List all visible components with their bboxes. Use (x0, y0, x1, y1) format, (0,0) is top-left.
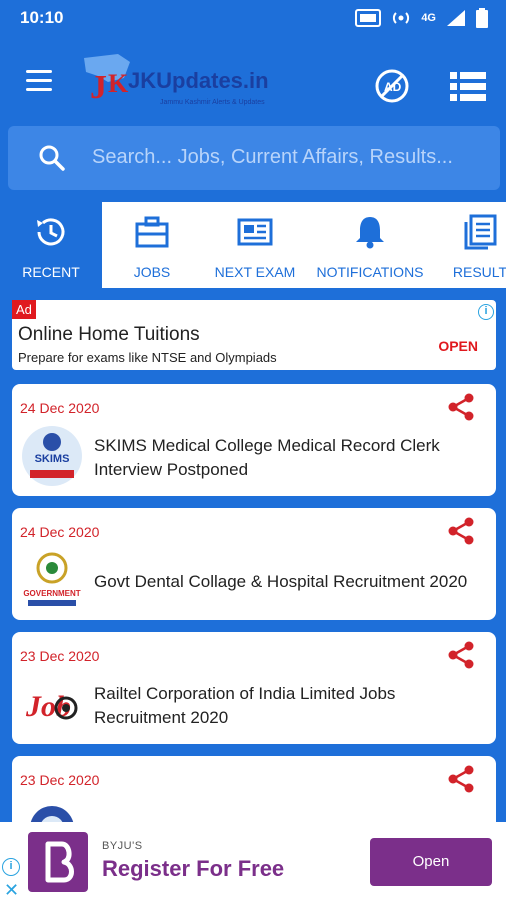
post-date: 23 Dec 2020 (20, 648, 100, 664)
ad-title: Online Home Tuitions (18, 324, 200, 345)
battery-icon (476, 8, 488, 28)
signal-icon (447, 10, 465, 26)
post-title: SKIMS Medical College Medical Record Cle… (94, 436, 440, 479)
share-icon[interactable] (446, 392, 476, 422)
network-type: 4G (421, 12, 436, 24)
post-date: 24 Dec 2020 (20, 524, 100, 540)
tab-label: RECENT (22, 264, 80, 280)
ad-title: Register For Free (102, 856, 285, 881)
post-list[interactable]: Ad i Online Home Tuitions Prepare for ex… (0, 296, 506, 822)
search-placeholder: Search... Jobs, Current Affairs, Results… (92, 146, 453, 168)
status-time: 10:10 (20, 8, 64, 27)
tab-jobs[interactable]: JOBS (102, 202, 202, 288)
post-card[interactable]: 24 Dec 2020 GOVERNMENT Govt Dental Colla… (12, 508, 496, 620)
briefcase-icon (135, 216, 169, 248)
ad-subtitle: Prepare for exams like NTSE and Olympiad… (18, 350, 277, 365)
ad-info-icon[interactable]: i (2, 858, 20, 876)
share-icon[interactable] (446, 764, 476, 794)
status-bar: 10:10 4G (0, 0, 506, 36)
history-icon (37, 218, 65, 246)
post-thumbnail: SKIMS (22, 426, 82, 486)
tab-result[interactable]: RESULT (440, 202, 506, 288)
app-bar: J K JKUpdates.in Jammu Kashmir Alerts & … (0, 36, 506, 128)
list-icon (450, 72, 486, 101)
share-icon[interactable] (446, 640, 476, 670)
post-title: Govt Dental Collage & Hospital Recruitme… (94, 572, 468, 591)
category-tabs: RECENT JOBS NEXT EXAM NOTIFICATIONS RESU… (0, 202, 506, 288)
search-input[interactable]: Search... Jobs, Current Affairs, Results… (8, 126, 500, 190)
tab-label: NOTIFICATIONS (316, 264, 424, 280)
top-ad-banner[interactable]: Ad i Online Home Tuitions Prepare for ex… (12, 300, 496, 370)
post-date: 24 Dec 2020 (20, 400, 100, 416)
svg-text:GOVERNMENT: GOVERNMENT (23, 589, 80, 598)
post-card[interactable]: 23 Dec 2020 Job Railtel Corporation of I… (12, 632, 496, 744)
ad-brand: BYJU'S (102, 840, 143, 852)
status-icons: 4G (355, 8, 488, 28)
post-thumbnail (30, 806, 74, 822)
list-view-button[interactable] (448, 70, 488, 104)
svg-text:Jammu Kashmir Alerts & Updates: Jammu Kashmir Alerts & Updates (160, 99, 265, 106)
ad-badge: Ad (12, 300, 36, 319)
post-thumbnail: Job (25, 690, 78, 723)
svg-text:K: K (108, 69, 129, 98)
documents-icon (464, 214, 497, 250)
tab-next-exam[interactable]: NEXT EXAM (202, 202, 308, 288)
ad-info-icon[interactable]: i (478, 304, 494, 320)
search-icon (39, 145, 65, 171)
tab-notifications[interactable]: NOTIFICATIONS (308, 202, 432, 288)
svg-text:SKIMS: SKIMS (35, 453, 70, 465)
bottom-ad-banner[interactable]: i ✕ BYJU'S Register For Free Open (0, 822, 506, 900)
menu-button[interactable] (22, 70, 58, 98)
hotspot-icon (393, 12, 410, 24)
ad-close-icon[interactable]: ✕ (4, 880, 19, 900)
post-date: 23 Dec 2020 (20, 772, 100, 788)
svg-text:J: J (90, 69, 107, 106)
post-thumbnail: GOVERNMENT (23, 552, 81, 606)
volte-icon (355, 9, 382, 27)
share-icon[interactable] (446, 516, 476, 546)
post-card[interactable]: 24 Dec 2020 SKIMS SKIMS Medical College … (12, 384, 496, 496)
remove-ads-button[interactable]: AD (372, 66, 412, 106)
tab-recent[interactable]: RECENT (0, 202, 102, 288)
no-ads-icon: AD (375, 69, 409, 103)
bell-icon (356, 217, 384, 249)
byjus-logo (28, 832, 88, 892)
post-card[interactable]: 23 Dec 2020 (12, 756, 496, 822)
post-title: Railtel Corporation of India Limited Job… (94, 684, 396, 727)
ad-open-button[interactable]: OPEN (438, 338, 478, 354)
tab-label: JOBS (133, 264, 171, 280)
ad-open-button[interactable]: Open (370, 838, 492, 886)
newspaper-icon (237, 218, 273, 246)
app-logo: J K JKUpdates.in Jammu Kashmir Alerts & … (78, 52, 278, 116)
tab-label: NEXT EXAM (214, 264, 296, 280)
svg-text:JKUpdates.in: JKUpdates.in (128, 68, 269, 93)
tab-label: RESULT (452, 264, 506, 280)
